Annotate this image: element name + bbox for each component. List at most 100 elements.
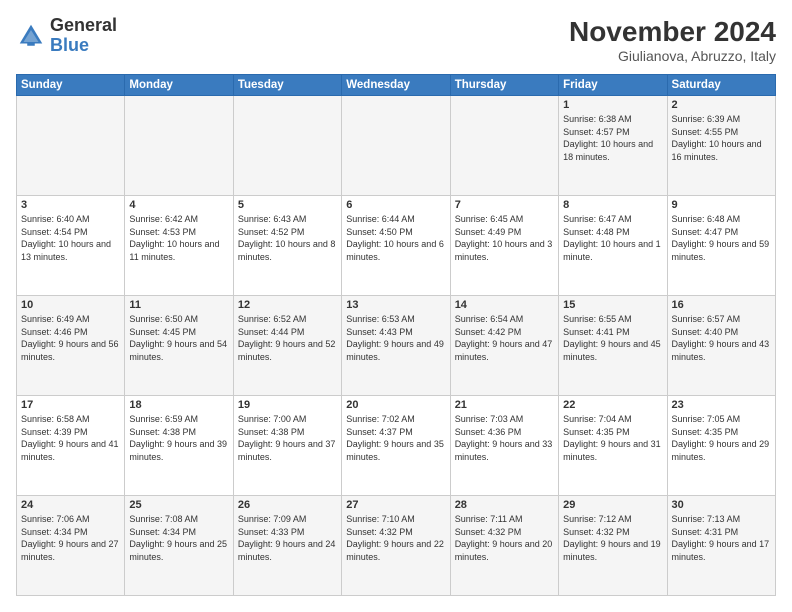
calendar-cell (125, 96, 233, 196)
day-info: Sunrise: 6:59 AM Sunset: 4:38 PM Dayligh… (129, 413, 228, 463)
calendar-cell (342, 96, 450, 196)
day-info: Sunrise: 7:08 AM Sunset: 4:34 PM Dayligh… (129, 513, 228, 563)
day-info: Sunrise: 7:02 AM Sunset: 4:37 PM Dayligh… (346, 413, 445, 463)
logo-text: General Blue (50, 16, 117, 56)
calendar-cell: 13Sunrise: 6:53 AM Sunset: 4:43 PM Dayli… (342, 296, 450, 396)
month-year-title: November 2024 (569, 16, 776, 48)
day-number: 21 (455, 399, 554, 411)
calendar-cell: 14 Sunrise: 6:54 AM Sunset: 4:42 PM Dayli… (450, 296, 558, 396)
day-number: 14 (455, 299, 554, 311)
calendar-cell: 28 Sunrise: 7:11 AM Sunset: 4:32 PM Dayli… (450, 496, 558, 596)
day-info: Sunrise: 7:10 AM Sunset: 4:32 PM Dayligh… (346, 513, 445, 563)
day-number: 15 (563, 299, 662, 311)
calendar-week-row: 17 Sunrise: 6:58 AM Sunset: 4:39 PM Dayli… (17, 396, 776, 496)
calendar-cell: 24 Sunrise: 7:06 AM Sunset: 4:34 PM Dayli… (17, 496, 125, 596)
calendar-cell: 30 Sunrise: 7:13 AM Sunset: 4:31 PM Dayli… (667, 496, 775, 596)
calendar-cell: 22Sunrise: 7:04 AM Sunset: 4:35 PM Dayli… (559, 396, 667, 496)
calendar-cell: 10Sunrise: 6:49 AM Sunset: 4:46 PM Dayli… (17, 296, 125, 396)
day-info: Sunrise: 6:38 AM Sunset: 4:57 PM Dayligh… (563, 113, 662, 163)
calendar-week-row: 10Sunrise: 6:49 AM Sunset: 4:46 PM Dayli… (17, 296, 776, 396)
day-number: 27 (346, 499, 445, 511)
calendar-cell: 3Sunrise: 6:40 AM Sunset: 4:54 PM Daylig… (17, 196, 125, 296)
day-number: 28 (455, 499, 554, 511)
calendar-cell: 9Sunrise: 6:48 AM Sunset: 4:47 PM Daylig… (667, 196, 775, 296)
calendar-cell: 18 Sunrise: 6:59 AM Sunset: 4:38 PM Dayli… (125, 396, 233, 496)
logo: General Blue (16, 16, 117, 56)
day-info: Sunrise: 6:50 AM Sunset: 4:45 PM Dayligh… (129, 313, 228, 363)
calendar-cell: 4 Sunrise: 6:42 AM Sunset: 4:53 PM Daylig… (125, 196, 233, 296)
day-number: 17 (21, 399, 120, 411)
calendar-cell (450, 96, 558, 196)
day-info: Sunrise: 6:44 AM Sunset: 4:50 PM Dayligh… (346, 213, 445, 263)
day-number: 1 (563, 99, 662, 111)
calendar-header-row: Sunday Monday Tuesday Wednesday Thursday… (17, 75, 776, 96)
calendar-cell: 16Sunrise: 6:57 AM Sunset: 4:40 PM Dayli… (667, 296, 775, 396)
day-number: 6 (346, 199, 445, 211)
header-monday: Monday (125, 75, 233, 96)
day-number: 16 (672, 299, 771, 311)
day-info: Sunrise: 6:55 AM Sunset: 4:41 PM Dayligh… (563, 313, 662, 363)
logo-general: General (50, 15, 117, 35)
header-thursday: Thursday (450, 75, 558, 96)
calendar-week-row: 1 Sunrise: 6:38 AM Sunset: 4:57 PM Daylig… (17, 96, 776, 196)
logo-icon (16, 21, 46, 51)
day-info: Sunrise: 6:49 AM Sunset: 4:46 PM Dayligh… (21, 313, 120, 363)
logo-blue: Blue (50, 35, 89, 55)
calendar-cell: 21 Sunrise: 7:03 AM Sunset: 4:36 PM Dayli… (450, 396, 558, 496)
day-number: 11 (129, 299, 228, 311)
calendar-cell: 20 Sunrise: 7:02 AM Sunset: 4:37 PM Dayli… (342, 396, 450, 496)
calendar-cell: 2Sunrise: 6:39 AM Sunset: 4:55 PM Daylig… (667, 96, 775, 196)
day-number: 20 (346, 399, 445, 411)
day-number: 25 (129, 499, 228, 511)
calendar-cell: 29Sunrise: 7:12 AM Sunset: 4:32 PM Dayli… (559, 496, 667, 596)
day-info: Sunrise: 6:52 AM Sunset: 4:44 PM Dayligh… (238, 313, 337, 363)
day-info: Sunrise: 6:47 AM Sunset: 4:48 PM Dayligh… (563, 213, 662, 263)
calendar-cell (233, 96, 341, 196)
calendar-week-row: 3Sunrise: 6:40 AM Sunset: 4:54 PM Daylig… (17, 196, 776, 296)
title-block: November 2024 Giulianova, Abruzzo, Italy (569, 16, 776, 64)
day-info: Sunrise: 6:45 AM Sunset: 4:49 PM Dayligh… (455, 213, 554, 263)
calendar-cell (17, 96, 125, 196)
day-info: Sunrise: 6:58 AM Sunset: 4:39 PM Dayligh… (21, 413, 120, 463)
day-info: Sunrise: 7:09 AM Sunset: 4:33 PM Dayligh… (238, 513, 337, 563)
day-number: 12 (238, 299, 337, 311)
day-info: Sunrise: 7:11 AM Sunset: 4:32 PM Dayligh… (455, 513, 554, 563)
calendar-cell: 1 Sunrise: 6:38 AM Sunset: 4:57 PM Daylig… (559, 96, 667, 196)
calendar-table: Sunday Monday Tuesday Wednesday Thursday… (16, 74, 776, 596)
header-sunday: Sunday (17, 75, 125, 96)
calendar-cell: 17 Sunrise: 6:58 AM Sunset: 4:39 PM Dayli… (17, 396, 125, 496)
day-number: 30 (672, 499, 771, 511)
header-tuesday: Tuesday (233, 75, 341, 96)
day-info: Sunrise: 6:42 AM Sunset: 4:53 PM Dayligh… (129, 213, 228, 263)
calendar-week-row: 24 Sunrise: 7:06 AM Sunset: 4:34 PM Dayli… (17, 496, 776, 596)
day-number: 5 (238, 199, 337, 211)
day-number: 23 (672, 399, 771, 411)
day-info: Sunrise: 7:03 AM Sunset: 4:36 PM Dayligh… (455, 413, 554, 463)
day-number: 29 (563, 499, 662, 511)
day-number: 2 (672, 99, 771, 111)
calendar-cell: 26Sunrise: 7:09 AM Sunset: 4:33 PM Dayli… (233, 496, 341, 596)
day-info: Sunrise: 6:54 AM Sunset: 4:42 PM Dayligh… (455, 313, 554, 363)
header: General Blue November 2024 Giulianova, A… (16, 16, 776, 64)
header-friday: Friday (559, 75, 667, 96)
calendar-cell: 5 Sunrise: 6:43 AM Sunset: 4:52 PM Daylig… (233, 196, 341, 296)
location-text: Giulianova, Abruzzo, Italy (569, 48, 776, 64)
day-number: 22 (563, 399, 662, 411)
calendar-cell: 19Sunrise: 7:00 AM Sunset: 4:38 PM Dayli… (233, 396, 341, 496)
header-saturday: Saturday (667, 75, 775, 96)
calendar-cell: 12 Sunrise: 6:52 AM Sunset: 4:44 PM Dayli… (233, 296, 341, 396)
day-info: Sunrise: 7:06 AM Sunset: 4:34 PM Dayligh… (21, 513, 120, 563)
day-info: Sunrise: 6:53 AM Sunset: 4:43 PM Dayligh… (346, 313, 445, 363)
calendar-cell: 11 Sunrise: 6:50 AM Sunset: 4:45 PM Dayli… (125, 296, 233, 396)
calendar-cell: 6 Sunrise: 6:44 AM Sunset: 4:50 PM Daylig… (342, 196, 450, 296)
day-number: 4 (129, 199, 228, 211)
day-info: Sunrise: 6:40 AM Sunset: 4:54 PM Dayligh… (21, 213, 120, 263)
day-number: 9 (672, 199, 771, 211)
day-info: Sunrise: 7:13 AM Sunset: 4:31 PM Dayligh… (672, 513, 771, 563)
day-number: 24 (21, 499, 120, 511)
day-number: 8 (563, 199, 662, 211)
day-info: Sunrise: 6:43 AM Sunset: 4:52 PM Dayligh… (238, 213, 337, 263)
calendar-cell: 27 Sunrise: 7:10 AM Sunset: 4:32 PM Dayli… (342, 496, 450, 596)
calendar-cell: 23Sunrise: 7:05 AM Sunset: 4:35 PM Dayli… (667, 396, 775, 496)
day-number: 18 (129, 399, 228, 411)
